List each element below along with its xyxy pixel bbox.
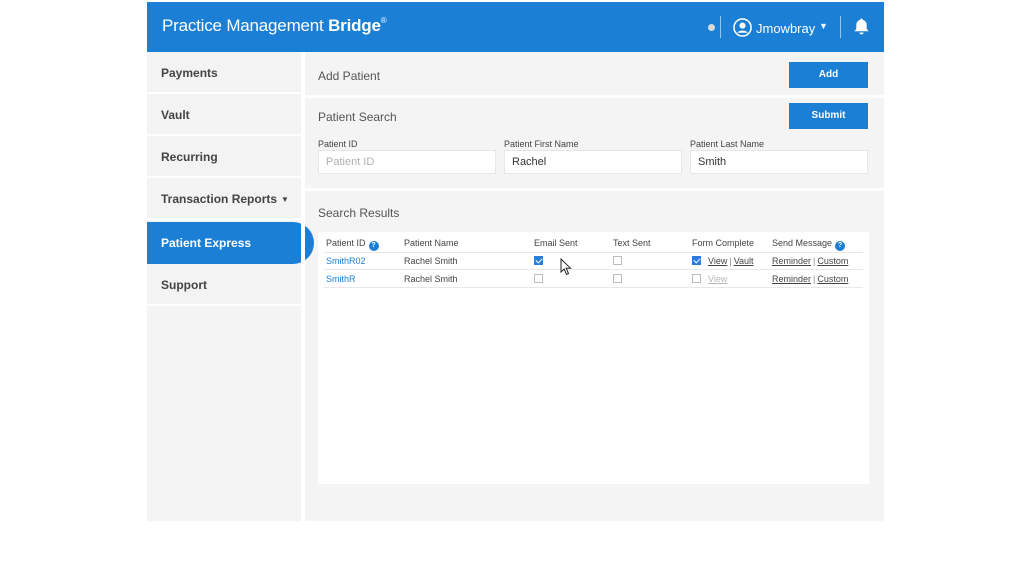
help-icon[interactable]: ? xyxy=(368,241,379,251)
sidebar-item-label: Support xyxy=(161,278,207,292)
sidebar-item-recurring[interactable]: Recurring xyxy=(147,136,301,178)
add-button[interactable]: Add xyxy=(789,62,868,88)
brand-logo[interactable]: Practice Management Bridge® xyxy=(162,16,387,36)
top-header: Practice Management Bridge® Jmowbray ▼ xyxy=(147,2,884,52)
form-actions: View | Vault xyxy=(708,256,754,266)
brand-trademark: ® xyxy=(380,16,387,25)
user-avatar-icon[interactable] xyxy=(733,18,752,37)
submit-button[interactable]: Submit xyxy=(789,103,868,129)
sidebar-item-vault[interactable]: Vault xyxy=(147,94,301,136)
first-name-input[interactable] xyxy=(504,150,682,174)
status-indicator-icon xyxy=(708,24,715,31)
first-name-label: Patient First Name xyxy=(504,139,579,149)
sidebar-item-label: Recurring xyxy=(161,150,218,164)
sidebar-item-patient-express[interactable]: Patient Express xyxy=(147,222,314,264)
row-divider xyxy=(324,252,863,253)
last-name-input[interactable] xyxy=(690,150,868,174)
row-divider xyxy=(324,287,863,288)
patient-id-link[interactable]: SmithR xyxy=(326,274,356,284)
patient-id-input[interactable] xyxy=(318,150,496,174)
form-complete-checkbox[interactable] xyxy=(692,274,701,283)
section-divider xyxy=(305,188,884,191)
reminder-link[interactable]: Reminder xyxy=(772,274,811,284)
patient-search-title: Patient Search xyxy=(318,110,397,124)
send-message-actions: Reminder | Custom xyxy=(772,274,848,284)
sidebar-item-transaction-reports[interactable]: Transaction Reports ▼ xyxy=(147,178,301,220)
chevron-down-icon[interactable]: ▼ xyxy=(819,21,828,31)
brand-text-bold: Bridge xyxy=(328,16,381,35)
form-actions: View xyxy=(708,274,727,284)
column-header-patient-name: Patient Name xyxy=(404,238,459,248)
add-patient-title: Add Patient xyxy=(318,69,381,83)
sidebar-item-payments[interactable]: Payments xyxy=(147,52,301,94)
view-link[interactable]: View xyxy=(708,256,727,266)
last-name-label: Patient Last Name xyxy=(690,139,765,149)
sidebar-item-label: Patient Express xyxy=(161,236,252,250)
form-complete-checkbox[interactable] xyxy=(692,256,701,265)
patient-id-link[interactable]: SmithR02 xyxy=(326,256,366,266)
sidebar-item-label: Payments xyxy=(161,66,218,80)
section-divider xyxy=(305,95,884,98)
custom-link[interactable]: Custom xyxy=(817,274,848,284)
header-divider xyxy=(720,16,721,38)
text-sent-checkbox[interactable] xyxy=(613,274,622,283)
main-content: Add Patient Add Patient Search Submit Pa… xyxy=(305,52,884,521)
help-icon[interactable]: ? xyxy=(835,241,846,251)
results-table: Patient ID? Patient Name Email Sent Text… xyxy=(318,232,869,484)
bell-icon[interactable] xyxy=(853,17,870,36)
link-separator: | xyxy=(813,256,816,266)
sidebar-item-label: Transaction Reports xyxy=(161,192,278,206)
user-name-menu[interactable]: Jmowbray xyxy=(756,21,815,36)
sidebar-item-support[interactable]: Support xyxy=(147,264,301,306)
reminder-link[interactable]: Reminder xyxy=(772,256,811,266)
sidebar-item-label: Vault xyxy=(161,108,190,122)
email-sent-checkbox[interactable] xyxy=(534,274,543,283)
email-sent-checkbox[interactable] xyxy=(534,256,543,265)
send-message-actions: Reminder | Custom xyxy=(772,256,848,266)
text-sent-checkbox[interactable] xyxy=(613,256,622,265)
row-divider xyxy=(324,269,863,270)
patient-name-cell: Rachel Smith xyxy=(404,256,458,266)
patient-id-label: Patient ID xyxy=(318,139,358,149)
column-header-send-message: Send Message? xyxy=(772,238,846,251)
app-window: Practice Management Bridge® Jmowbray ▼ P… xyxy=(147,2,884,521)
view-link[interactable]: View xyxy=(708,274,727,284)
link-separator: | xyxy=(813,274,816,284)
header-divider xyxy=(840,16,841,38)
search-results-title: Search Results xyxy=(318,206,400,220)
column-header-form-complete: Form Complete xyxy=(692,238,755,248)
custom-link[interactable]: Custom xyxy=(817,256,848,266)
link-separator: | xyxy=(729,256,732,266)
brand-text-light: Practice Management xyxy=(162,16,324,35)
column-header-patient-id: Patient ID? xyxy=(326,238,379,251)
caret-down-icon: ▼ xyxy=(281,195,289,204)
vault-link[interactable]: Vault xyxy=(734,256,754,266)
sidebar-nav: Payments Vault Recurring Transaction Rep… xyxy=(147,52,314,521)
column-header-text-sent: Text Sent xyxy=(613,238,651,248)
patient-name-cell: Rachel Smith xyxy=(404,274,458,284)
mouse-cursor-icon xyxy=(560,258,572,276)
column-header-email-sent: Email Sent xyxy=(534,238,578,248)
